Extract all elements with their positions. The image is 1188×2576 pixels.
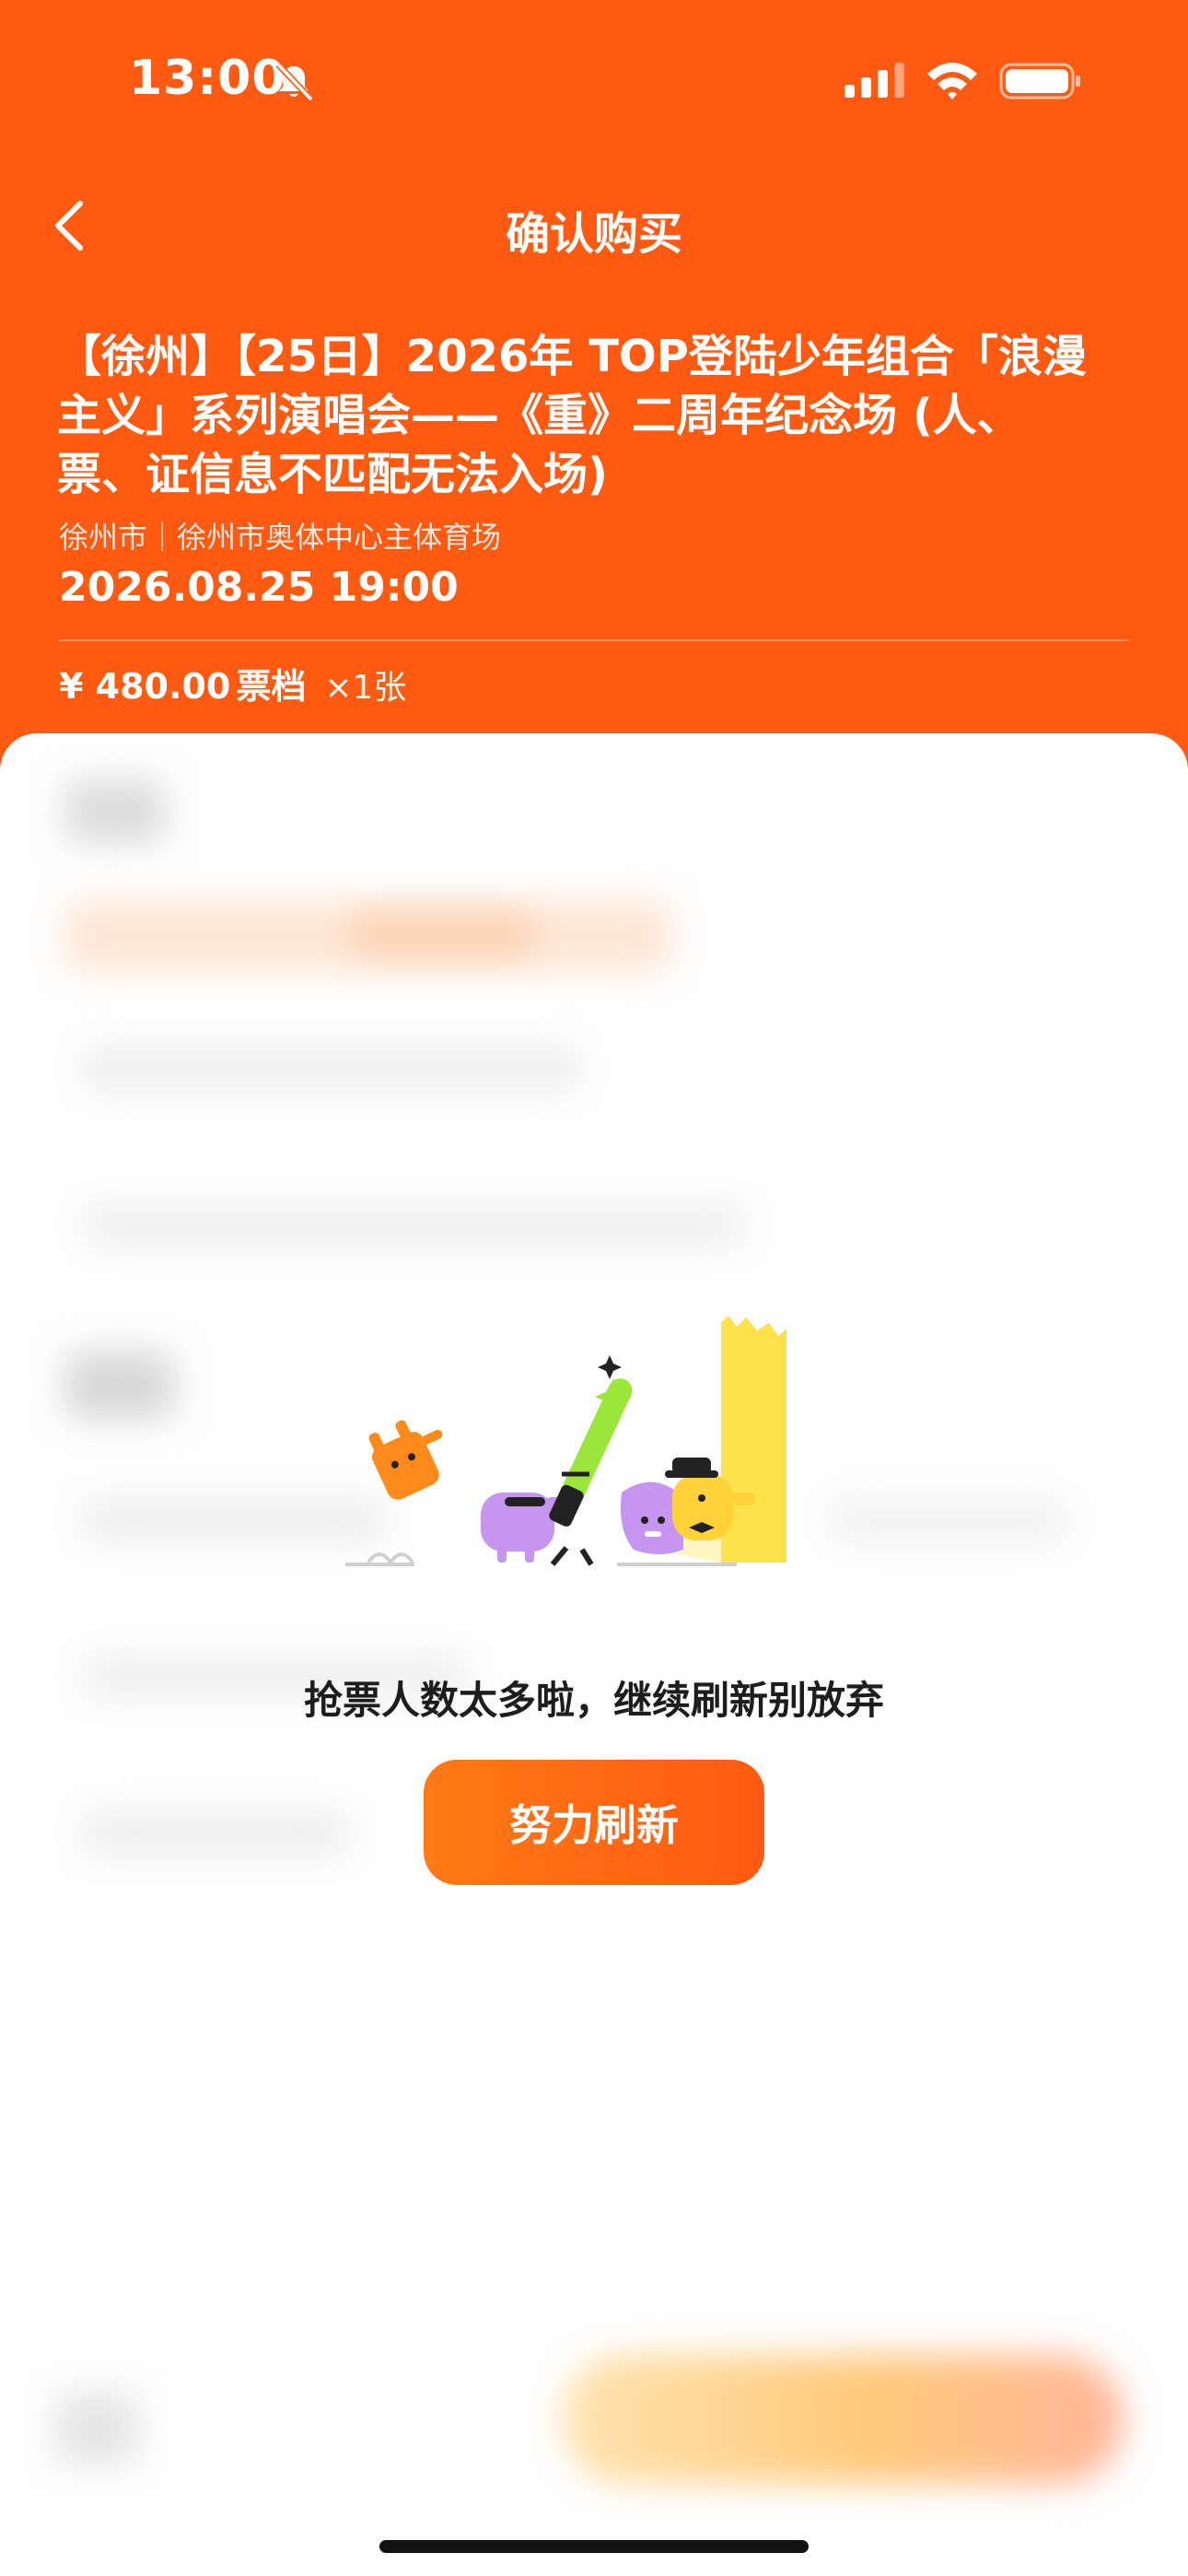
event-title: 【徐州】【25日】2026年 TOP登陆少年组合「浪漫 主义」系列演唱会——《重… — [57, 327, 1135, 504]
ticket-quantity: ×1张 — [324, 669, 407, 707]
event-title-line: 票、证信息不匹配无法入场) — [57, 449, 608, 500]
order-sheet: 抢票人数太多啦，继续刷新别放弃 努力刷新 — [0, 733, 1188, 2576]
event-datetime: 2026.08.25 19:00 — [59, 564, 459, 611]
high-traffic-message: 抢票人数太多啦，继续刷新别放弃 — [303, 1678, 884, 1723]
event-venue: 徐州市｜徐州市奥体中心主体育场 — [59, 520, 502, 555]
header-divider — [59, 639, 1129, 641]
navigation-bar: 确认购买 — [0, 175, 1188, 276]
refresh-button[interactable]: 努力刷新 — [424, 1760, 764, 1885]
event-title-line: 【徐州】【25日】2026年 TOP登陆少年组合「浪漫 — [57, 331, 1087, 382]
confirm-purchase-screen: 13:00 确认购买 【徐州】【25日】2026年 TOP登陆少年组合「浪漫 主… — [0, 0, 1188, 2576]
ticket-price: ¥ 480.00 — [59, 666, 231, 707]
ticket-tier-label: 票档 — [236, 666, 307, 707]
crowd-rushing-illustration — [345, 1316, 786, 1566]
high-traffic-state: 抢票人数太多啦，继续刷新别放弃 努力刷新 — [0, 1308, 1188, 1885]
home-indicator[interactable] — [379, 2540, 809, 2553]
bell-slash-icon — [275, 62, 314, 102]
event-title-line: 主义」系列演唱会——《重》二周年纪念场 (人、 — [57, 390, 1021, 441]
cellular-signal-icon — [844, 63, 904, 98]
ticket-summary: ¥ 480.00 票档 ×1张 — [59, 658, 406, 708]
wifi-icon — [927, 63, 977, 100]
status-bar: 13:00 — [0, 0, 1188, 166]
status-time: 13:00 — [129, 51, 286, 106]
order-header: 13:00 确认购买 【徐州】【25日】2026年 TOP登陆少年组合「浪漫 主… — [0, 0, 1188, 755]
page-title: 确认购买 — [505, 208, 682, 260]
battery-icon — [999, 63, 1080, 100]
